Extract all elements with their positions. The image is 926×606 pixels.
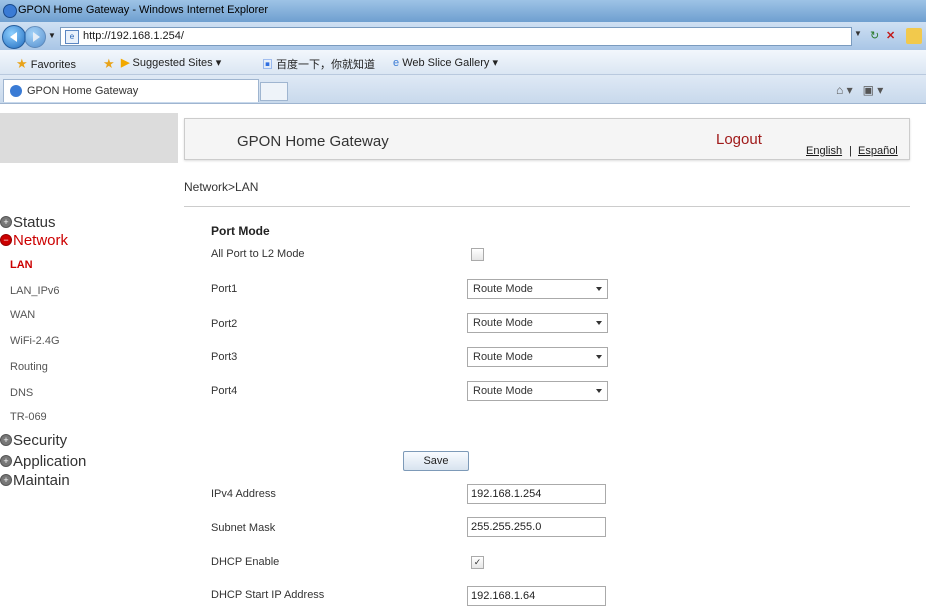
- ie-logo-icon: [3, 4, 17, 18]
- port1-select[interactable]: Route Mode: [467, 279, 608, 299]
- window-titlebar: GPON Home Gateway - Windows Internet Exp…: [0, 0, 926, 22]
- nav-maintain[interactable]: + Maintain: [0, 472, 70, 489]
- suggested-sites-link[interactable]: ▶ Suggested Sites ▾: [121, 56, 221, 69]
- sidebar-item-wifi[interactable]: WiFi-2.4G: [10, 335, 60, 347]
- nav-status-label: Status: [13, 214, 56, 231]
- minus-icon: −: [0, 234, 12, 246]
- nav-status[interactable]: + Status: [0, 214, 56, 231]
- favorites-button[interactable]: ★ Favorites: [16, 56, 76, 72]
- nav-security[interactable]: + Security: [0, 432, 67, 449]
- divider: [184, 206, 910, 207]
- home-icon[interactable]: ⌂: [836, 83, 843, 97]
- feeds-icon[interactable]: ▣: [863, 83, 874, 97]
- nav-security-label: Security: [13, 432, 68, 449]
- save-button[interactable]: Save: [403, 451, 469, 471]
- dropdown-arrow-icon: [596, 287, 602, 291]
- port1-value: Route Mode: [473, 283, 533, 295]
- plus-icon: +: [0, 434, 12, 446]
- sidebar-item-lan-ipv6[interactable]: LAN_IPv6: [10, 285, 60, 297]
- port1-label: Port1: [211, 283, 238, 295]
- window-title: GPON Home Gateway - Windows Internet Exp…: [18, 4, 269, 16]
- nav-application-label: Application: [13, 453, 87, 470]
- web-slice-label: Web Slice Gallery ▾: [402, 57, 498, 69]
- dropdown-arrow-icon: [596, 389, 602, 393]
- new-tab-button[interactable]: [260, 82, 288, 101]
- favorites-label: Favorites: [30, 59, 76, 71]
- subnet-input[interactable]: 255.255.255.0: [467, 517, 606, 537]
- favorites-star-icon: ★: [16, 56, 28, 71]
- sidebar-header: [0, 113, 178, 163]
- page-title: GPON Home Gateway: [237, 133, 389, 150]
- port4-label: Port4: [211, 385, 238, 397]
- web-slice-gallery-link[interactable]: e Web Slice Gallery ▾: [393, 56, 498, 69]
- page-icon: e: [65, 30, 79, 44]
- logout-link[interactable]: Logout: [716, 131, 762, 148]
- tab-bar: GPON Home Gateway ⌂ ▾ ▣ ▾: [0, 75, 926, 104]
- stop-icon[interactable]: ✕: [886, 29, 895, 42]
- address-toolbar: ▼ e http://192.168.1.254/ ▼ ↻ ✕: [0, 22, 926, 50]
- port4-value: Route Mode: [473, 385, 533, 397]
- tab-title: GPON Home Gateway: [27, 85, 139, 97]
- sidebar-nav: + Status − Network LAN LAN_IPv6 WAN WiFi-2…: [0, 210, 178, 490]
- port2-select[interactable]: Route Mode: [467, 313, 608, 333]
- web-slice-icon: e: [393, 57, 400, 69]
- address-actions: ▼ ↻ ✕: [852, 27, 926, 46]
- lang-separator: |: [849, 145, 852, 157]
- baidu-icon: ▣: [262, 59, 273, 71]
- spanish-link[interactable]: Español: [858, 145, 898, 157]
- port4-select[interactable]: Route Mode: [467, 381, 608, 401]
- forward-button[interactable]: [24, 26, 46, 48]
- plus-icon: +: [0, 216, 12, 228]
- section-title: Port Mode: [211, 224, 270, 238]
- dropdown-arrow-icon: [596, 321, 602, 325]
- nav-network-label: Network: [13, 232, 69, 249]
- dhcp-start-label: DHCP Start IP Address: [211, 589, 325, 601]
- bing-logo-icon: ▶: [121, 57, 130, 69]
- dropdown-arrow-icon: [596, 355, 602, 359]
- sidebar-item-routing[interactable]: Routing: [10, 361, 48, 373]
- nav-network[interactable]: − Network: [0, 232, 68, 249]
- all-port-checkbox[interactable]: [471, 248, 484, 261]
- english-link[interactable]: English: [806, 145, 842, 157]
- port2-value: Route Mode: [473, 317, 533, 329]
- back-button[interactable]: [2, 25, 26, 49]
- add-favorites-icon[interactable]: ★: [103, 56, 115, 72]
- breadcrumb: Network>LAN: [184, 180, 259, 194]
- dhcp-enable-label: DHCP Enable: [211, 556, 280, 568]
- bing-icon[interactable]: [906, 28, 922, 44]
- address-url[interactable]: http://192.168.1.254/: [83, 30, 184, 42]
- sidebar-item-tr069[interactable]: TR-069: [10, 411, 47, 423]
- subnet-label: Subnet Mask: [211, 522, 276, 534]
- all-port-label: All Port to L2 Mode: [211, 248, 305, 260]
- ie-page-icon: [10, 85, 22, 98]
- port3-value: Route Mode: [473, 351, 533, 363]
- baidu-link[interactable]: ▣ 百度一下，你就知道: [262, 56, 375, 72]
- history-dropdown-icon[interactable]: ▼: [48, 31, 56, 40]
- plus-icon: +: [0, 474, 12, 486]
- suggested-sites-label: Suggested Sites ▾: [132, 57, 222, 69]
- tab-gpon-home-gateway[interactable]: GPON Home Gateway: [3, 79, 259, 102]
- port3-select[interactable]: Route Mode: [467, 347, 608, 367]
- nav-application[interactable]: + Application: [0, 453, 86, 470]
- command-bar: ⌂ ▾ ▣ ▾: [836, 83, 884, 97]
- sidebar-item-wan[interactable]: WAN: [10, 309, 35, 321]
- favorites-bar: ★ Favorites ★ ▶ Suggested Sites ▾ ▣ 百度一下…: [0, 50, 926, 75]
- sidebar-item-dns[interactable]: DNS: [10, 387, 33, 399]
- plus-icon: +: [0, 455, 12, 467]
- port2-label: Port2: [211, 318, 238, 330]
- sidebar-item-lan[interactable]: LAN: [10, 259, 33, 271]
- nav-maintain-label: Maintain: [13, 472, 70, 489]
- ipv4-input[interactable]: 192.168.1.254: [467, 484, 606, 504]
- refresh-icon[interactable]: ↻: [870, 29, 879, 42]
- address-bar[interactable]: e http://192.168.1.254/: [60, 27, 852, 46]
- baidu-label: 百度一下，你就知道: [276, 59, 376, 71]
- page-header: GPON Home Gateway Logout English | Españ…: [184, 118, 910, 160]
- ipv4-label: IPv4 Address: [211, 488, 276, 500]
- dhcp-start-input[interactable]: 192.168.1.64: [467, 586, 606, 606]
- port3-label: Port3: [211, 351, 238, 363]
- address-dropdown-icon[interactable]: ▼: [854, 29, 862, 38]
- dhcp-enable-checkbox[interactable]: ✓: [471, 556, 484, 569]
